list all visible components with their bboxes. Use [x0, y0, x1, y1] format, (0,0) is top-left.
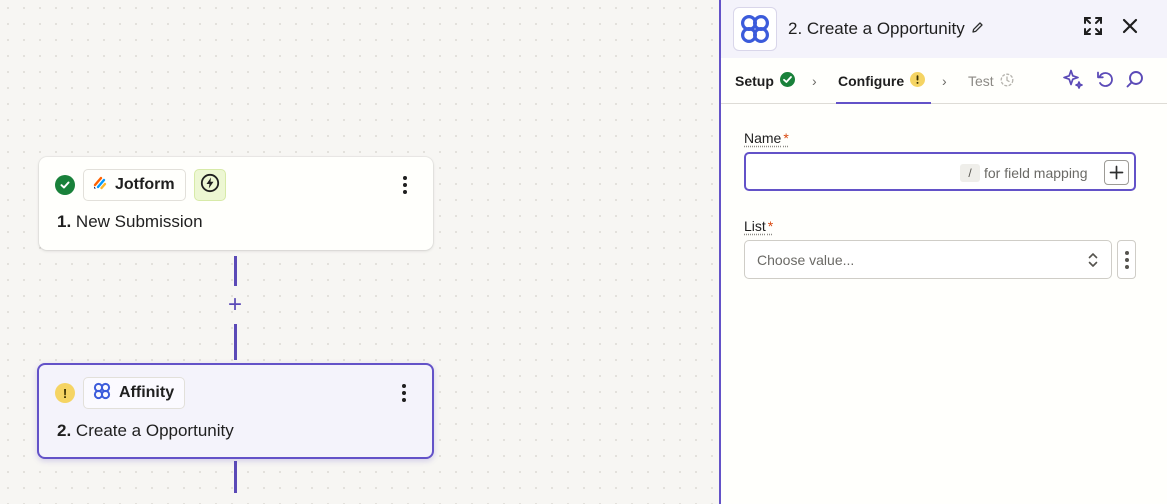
- trigger-step-card[interactable]: Jotform 1. New Submission: [39, 157, 433, 250]
- affinity-logo-icon: [733, 7, 777, 51]
- action-step-title: 2. Create a Opportunity: [57, 421, 234, 441]
- pencil-icon[interactable]: [971, 19, 984, 39]
- name-field-label: Name *: [744, 130, 789, 146]
- sparkle-icon: [1062, 68, 1084, 95]
- connector-line-bottom: [234, 461, 237, 493]
- step-number: 2.: [57, 421, 72, 440]
- more-vertical-icon: [403, 176, 407, 180]
- chevron-right-icon: ›: [942, 73, 947, 89]
- tab-label: Test: [968, 73, 994, 89]
- insert-data-button[interactable]: [1104, 160, 1129, 185]
- expand-icon: [1083, 16, 1103, 41]
- action-more-options-button[interactable]: [394, 381, 414, 405]
- chevron-up-down-icon: [1087, 252, 1099, 271]
- trigger-more-options-button[interactable]: [395, 173, 415, 197]
- action-app-chip: Affinity: [83, 377, 186, 409]
- step-editor-panel: 2. Create a Opportunity Setup › Configur…: [719, 0, 1167, 504]
- close-icon: [1122, 18, 1138, 39]
- warning-circle-icon: [910, 72, 926, 90]
- add-step-button[interactable]: +: [222, 292, 248, 318]
- instant-trigger-badge: [193, 169, 226, 201]
- panel-title-text: 2. Create a Opportunity: [788, 19, 965, 38]
- check-circle-icon: [779, 72, 795, 90]
- undo-button[interactable]: [1094, 70, 1116, 92]
- step-title-text: New Submission: [75, 212, 203, 231]
- action-app-name: Affinity: [119, 384, 175, 401]
- search-button[interactable]: [1124, 70, 1146, 92]
- required-marker: *: [783, 130, 789, 146]
- list-select-placeholder: Choose value...: [757, 251, 855, 268]
- close-button[interactable]: [1118, 16, 1142, 40]
- more-vertical-icon: [1124, 250, 1129, 255]
- list-field-label: List *: [744, 218, 773, 234]
- expand-button[interactable]: [1081, 16, 1105, 40]
- chevron-right-icon: ›: [812, 73, 817, 89]
- check-circle-icon: [55, 175, 75, 195]
- ai-assist-button[interactable]: [1062, 68, 1084, 95]
- trigger-app-name: Jotform: [115, 176, 175, 193]
- warning-circle-icon: !: [55, 383, 75, 403]
- step-number: 1.: [57, 212, 72, 231]
- panel-header: 2. Create a Opportunity: [721, 0, 1167, 58]
- tab-setup[interactable]: Setup: [735, 58, 795, 104]
- tab-test[interactable]: Test: [968, 58, 1014, 104]
- name-input[interactable]: / for field mapping: [744, 152, 1136, 191]
- clock-icon: [1000, 73, 1014, 90]
- trigger-step-title: 1. New Submission: [57, 212, 203, 232]
- step-title-text: Create a Opportunity: [75, 421, 234, 440]
- required-marker: *: [767, 218, 774, 234]
- plus-icon: +: [227, 291, 242, 318]
- step-tabs: Setup › Configure › Test: [721, 58, 1167, 104]
- connector-line-top: [234, 256, 237, 286]
- field-mapping-hint: for field mapping: [984, 165, 1088, 181]
- slash-key-hint: /: [960, 164, 980, 182]
- tab-configure[interactable]: Configure: [835, 58, 932, 104]
- tab-label: Setup: [735, 73, 774, 89]
- workflow-canvas[interactable]: Jotform 1. New Submission + ! Affinity 2…: [0, 0, 720, 504]
- search-icon: [1125, 69, 1145, 94]
- connector-line-middle: [234, 324, 237, 360]
- action-step-card[interactable]: ! Affinity 2. Create a Opportunity: [37, 363, 434, 459]
- plus-icon: [1109, 165, 1124, 180]
- list-more-options-button[interactable]: [1117, 240, 1136, 279]
- more-vertical-icon: [402, 384, 406, 388]
- rotate-ccw-icon: [1095, 69, 1115, 94]
- label-text: Name: [744, 130, 782, 146]
- trigger-app-chip: Jotform: [83, 169, 186, 201]
- lightning-bolt-icon: [200, 173, 220, 198]
- panel-title[interactable]: 2. Create a Opportunity: [788, 19, 984, 39]
- jotform-logo-icon: [92, 175, 108, 196]
- affinity-logo-icon: [92, 381, 112, 406]
- tab-label: Configure: [838, 73, 905, 89]
- list-select[interactable]: Choose value...: [744, 240, 1112, 279]
- label-text: List: [744, 218, 766, 234]
